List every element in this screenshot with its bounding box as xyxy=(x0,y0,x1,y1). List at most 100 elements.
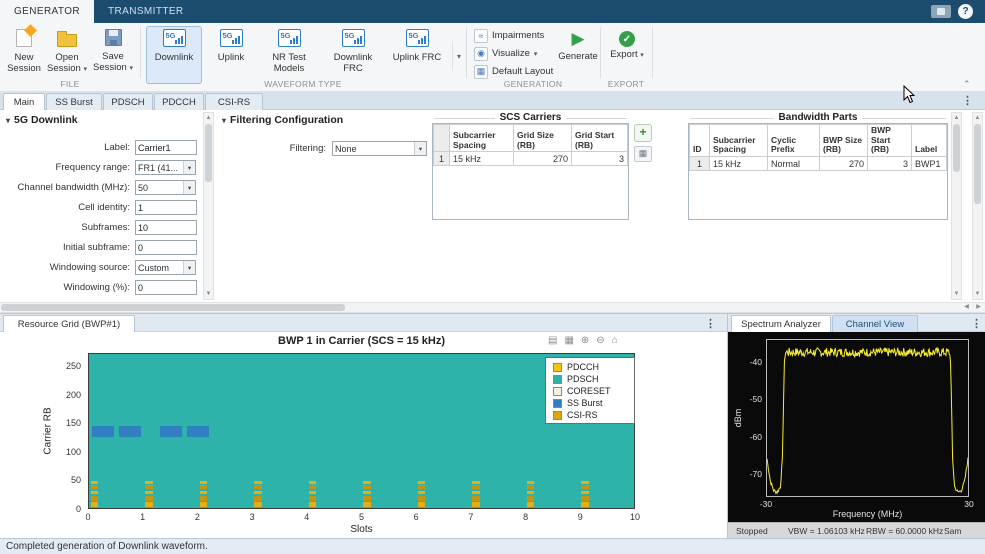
5g-icon: 5G xyxy=(163,29,186,47)
table-row[interactable]: 1 15 kHz Normal 270 3 BWP1 xyxy=(690,156,947,170)
table-row[interactable]: 1 15 kHz 270 3 xyxy=(434,152,628,166)
scroll-down-icon[interactable]: ▼ xyxy=(204,289,213,299)
legend-swatch xyxy=(553,375,562,384)
export-button[interactable]: ✓ Export ▾ xyxy=(606,26,648,84)
new-session-button[interactable]: NewSession xyxy=(6,26,42,84)
checkbox-label: Impairments xyxy=(492,30,544,41)
horizontal-scrollbar[interactable]: ◀ ▶ xyxy=(0,302,985,313)
overflow-menu-icon[interactable]: ⋮ xyxy=(962,94,973,107)
scrollbar-thumb[interactable] xyxy=(974,124,981,204)
y-axis-ticks: 050100150200250 xyxy=(54,353,84,509)
form-scrollbar[interactable]: ▲ ▼ xyxy=(203,112,214,300)
panel-scrollbar[interactable]: ▲ ▼ xyxy=(972,112,983,300)
impairments-checkbox[interactable]: ≈ Impairments xyxy=(474,28,544,43)
channel-marker xyxy=(418,485,426,488)
column-header xyxy=(434,125,450,152)
channel-marker xyxy=(418,496,426,501)
overflow-menu-icon[interactable]: ⋮ xyxy=(705,317,716,330)
scroll-right-icon[interactable]: ▶ xyxy=(973,303,984,312)
waveform-gallery-expand[interactable]: ▾ xyxy=(452,41,465,71)
generate-button[interactable]: ▶ Generate xyxy=(556,26,600,84)
channel-bandwidth-dropdown[interactable]: 50▾ xyxy=(135,180,196,195)
waveform-downlink-button[interactable]: 5G Downlink xyxy=(146,26,202,84)
cell[interactable]: BWP1 xyxy=(912,156,947,170)
tab-main[interactable]: Main xyxy=(3,93,45,110)
frequency-range-dropdown[interactable]: FR1 (41...▾ xyxy=(135,160,196,175)
scrollbar-thumb[interactable] xyxy=(1,304,345,311)
channel-marker xyxy=(91,491,99,495)
collapse-ribbon-icon[interactable]: ⌃ xyxy=(963,79,971,90)
add-carrier-button[interactable]: + xyxy=(634,124,652,142)
tab-channel-view[interactable]: Channel View xyxy=(832,315,918,332)
cell[interactable]: 270 xyxy=(820,156,868,170)
help-icon[interactable]: ? xyxy=(958,4,973,19)
tab-pdcch[interactable]: PDCCH xyxy=(154,93,204,110)
tab-resource-grid[interactable]: Resource Grid (BWP#1) xyxy=(3,315,135,332)
cell[interactable]: 270 xyxy=(514,152,572,166)
waveform-uplink-frc-button[interactable]: 5G Uplink FRC xyxy=(386,26,448,84)
cell[interactable]: 15 kHz xyxy=(710,156,768,170)
filtering-section-header[interactable]: ▾ Filtering Configuration xyxy=(222,114,343,126)
filtering-dropdown[interactable]: None▾ xyxy=(332,141,427,156)
save-session-button[interactable]: SaveSession ▾ xyxy=(92,26,134,84)
tab-generator[interactable]: GENERATOR xyxy=(0,0,94,23)
section-divider xyxy=(600,27,601,78)
scroll-up-icon[interactable]: ▲ xyxy=(952,113,961,123)
channel-marker xyxy=(472,481,480,484)
open-session-button[interactable]: OpenSession ▾ xyxy=(46,26,88,84)
cell[interactable]: 15 kHz xyxy=(450,152,514,166)
cell[interactable]: 3 xyxy=(868,156,912,170)
scrollbar-thumb[interactable] xyxy=(953,124,960,172)
windowing-percent-input[interactable] xyxy=(135,280,197,295)
x-tick-label: 3 xyxy=(250,512,255,522)
waveform-downlink-frc-button[interactable]: 5G DownlinkFRC xyxy=(322,26,384,84)
tab-transmitter[interactable]: TRANSMITTER xyxy=(94,0,198,23)
cell-identity-input[interactable] xyxy=(135,200,197,215)
x-tick-label: 9 xyxy=(578,512,583,522)
button-label: Uplink FRC xyxy=(393,52,442,63)
y-tick-label: -70 xyxy=(750,469,762,479)
dropdown-value: Custom xyxy=(136,263,183,273)
cell[interactable]: 3 xyxy=(572,152,628,166)
downlink-section-header[interactable]: ▾ 5G Downlink xyxy=(6,114,78,126)
scroll-down-icon[interactable]: ▼ xyxy=(952,289,961,299)
x-tick-label: 5 xyxy=(359,512,364,522)
windowing-source-dropdown[interactable]: Custom▾ xyxy=(135,260,196,275)
waveform-nr-test-models-button[interactable]: 5G NR TestModels xyxy=(258,26,320,84)
resource-grid-panel: Resource Grid (BWP#1) ⋮ ▤ ▦ ⊕ ⊖ ⌂ BWP 1 … xyxy=(0,313,727,538)
tab-spectrum-analyzer[interactable]: Spectrum Analyzer xyxy=(731,315,831,332)
column-header: Grid Size (RB) xyxy=(514,125,572,152)
overflow-menu-icon[interactable]: ⋮ xyxy=(971,317,982,330)
initial-subframe-input[interactable] xyxy=(135,240,197,255)
scroll-down-icon[interactable]: ▼ xyxy=(973,289,982,299)
5g-icon: 5G xyxy=(342,29,365,47)
camera-icon[interactable] xyxy=(931,5,951,18)
scroll-up-icon[interactable]: ▲ xyxy=(973,113,982,123)
waveform-uplink-button[interactable]: 5G Uplink xyxy=(206,26,256,84)
subframes-input[interactable] xyxy=(135,220,197,235)
spectrum-plot[interactable] xyxy=(766,339,969,497)
button-label: Generate xyxy=(558,51,598,62)
scrollbar-thumb[interactable] xyxy=(205,124,212,182)
scroll-up-icon[interactable]: ▲ xyxy=(204,113,213,123)
cell[interactable]: Normal xyxy=(768,156,820,170)
carrier-table-options-button[interactable]: ▦ xyxy=(634,146,652,162)
channel-marker xyxy=(200,502,208,507)
tables-scrollbar[interactable]: ▲ ▼ xyxy=(951,112,962,300)
channel-marker xyxy=(200,496,208,501)
ss-burst-block xyxy=(92,426,114,437)
tab-pdsch[interactable]: PDSCH xyxy=(103,93,153,110)
tab-csi-rs[interactable]: CSI-RS xyxy=(205,93,263,110)
channel-marker xyxy=(91,502,99,507)
visualize-dropdown[interactable]: ◉ Visualize ▾ xyxy=(474,46,537,61)
default-layout-button[interactable]: ▦ Default Layout xyxy=(474,64,553,79)
scroll-left-icon[interactable]: ◀ xyxy=(961,303,972,312)
scs-carriers-table[interactable]: Subcarrier Spacing Grid Size (RB) Grid S… xyxy=(432,123,629,220)
channel-marker xyxy=(527,496,535,501)
channel-marker xyxy=(309,485,317,488)
dropdown-value: FR1 (41... xyxy=(136,163,183,173)
bandwidth-parts-table[interactable]: ID Subcarrier Spacing Cyclic Prefix BWP … xyxy=(688,123,948,220)
legend-label: PDCCH xyxy=(567,362,599,372)
label-input[interactable] xyxy=(135,140,197,155)
tab-ss-burst[interactable]: SS Burst xyxy=(46,93,102,110)
